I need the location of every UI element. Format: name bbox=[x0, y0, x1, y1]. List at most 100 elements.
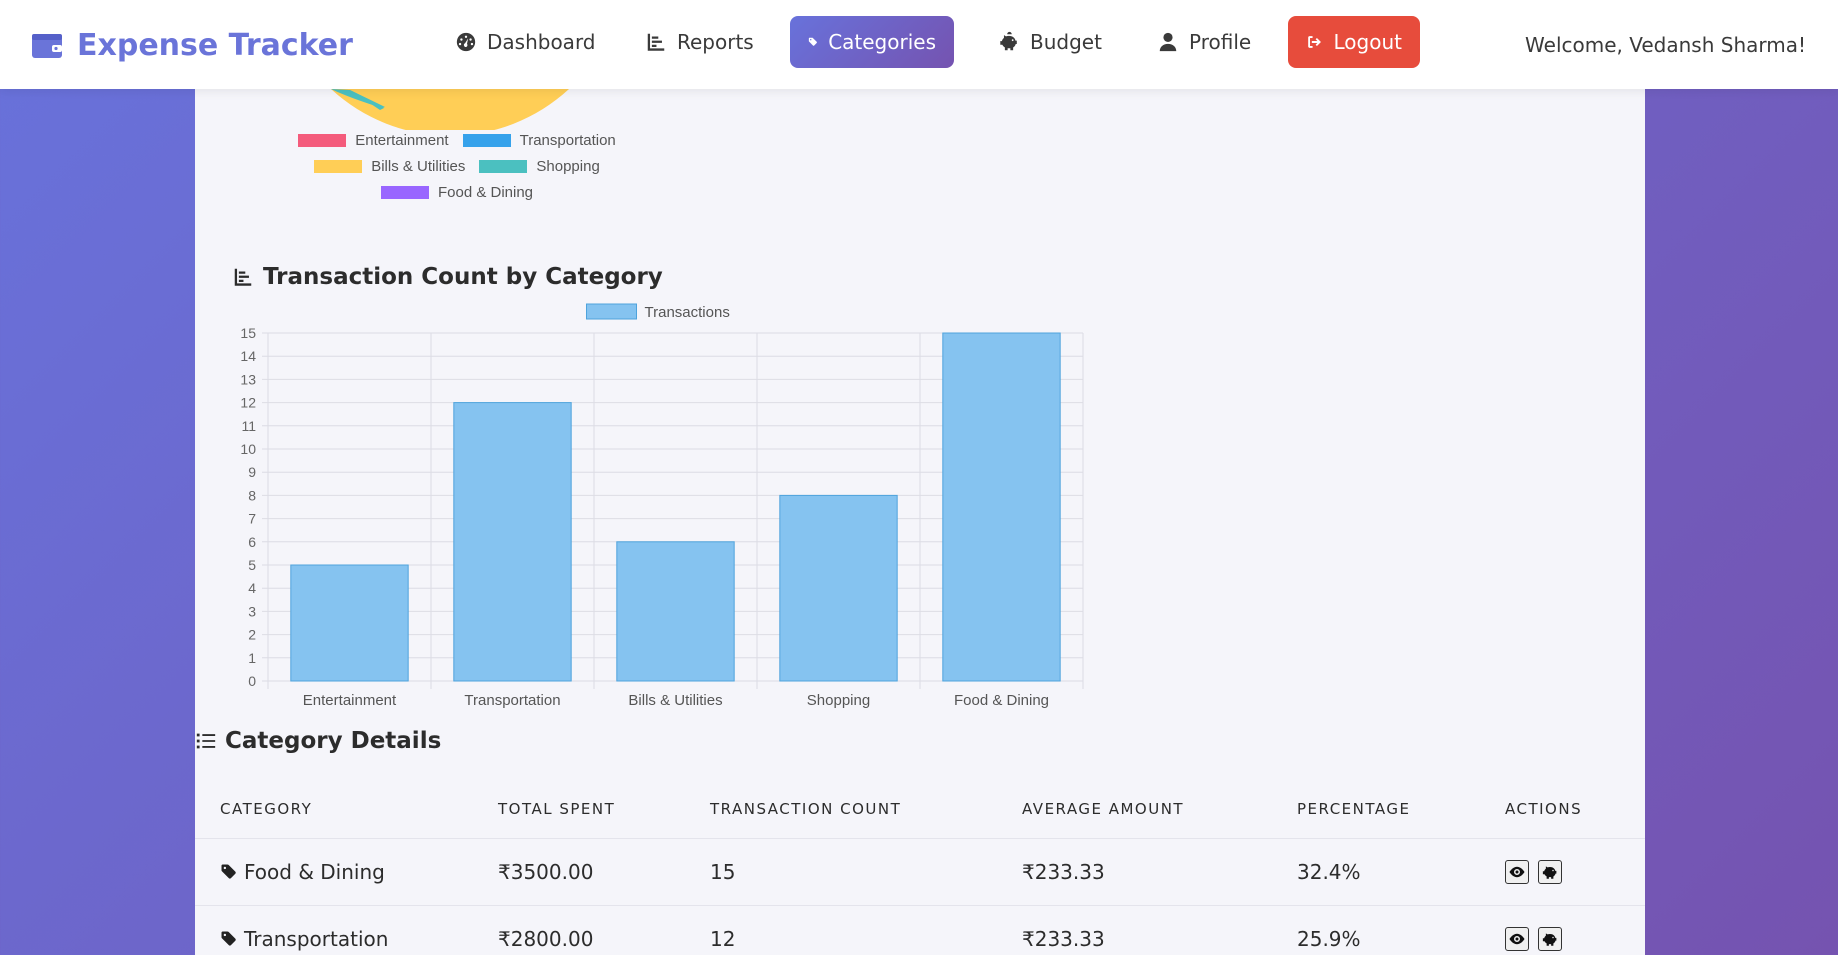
user-icon bbox=[1159, 32, 1177, 52]
view-button[interactable] bbox=[1505, 860, 1529, 885]
actions-cell bbox=[1480, 905, 1645, 955]
chart-bar-icon bbox=[234, 268, 252, 286]
bar-3 bbox=[779, 494, 898, 682]
legend-swatch bbox=[314, 160, 363, 173]
nav-categories[interactable]: Categories bbox=[790, 16, 954, 68]
y-tick-label: 2 bbox=[248, 627, 256, 643]
view-button[interactable] bbox=[1505, 927, 1529, 952]
chart-title-text: Transaction Count by Category bbox=[263, 264, 663, 290]
column-header[interactable]: TOTAL SPENT bbox=[473, 780, 685, 839]
legend-item-food[interactable]: Food & Dining bbox=[380, 184, 534, 201]
tag-icon bbox=[221, 931, 236, 946]
nav-reports-label: Reports bbox=[677, 30, 754, 54]
y-tick-label: 3 bbox=[248, 603, 256, 619]
legend-label: Food & Dining bbox=[437, 184, 534, 201]
pie-legend-row: Entertainment Transportation bbox=[287, 132, 627, 149]
column-header[interactable]: CATEGORY bbox=[195, 780, 473, 839]
average-amount-cell: ₹233.33 bbox=[997, 905, 1272, 955]
category-name: Transportation bbox=[244, 926, 389, 951]
x-tick-label: Food & Dining bbox=[954, 692, 1049, 709]
x-tick-label: Transportation bbox=[464, 692, 560, 709]
legend-label: Shopping bbox=[536, 158, 600, 175]
legend-swatch bbox=[380, 186, 429, 199]
column-header[interactable]: PERCENTAGE bbox=[1272, 780, 1480, 839]
piggy-bank-icon bbox=[1543, 866, 1557, 879]
brand-title: Expense Tracker bbox=[77, 27, 353, 63]
y-tick-label: 15 bbox=[240, 325, 256, 341]
nav-dashboard-label: Dashboard bbox=[487, 30, 596, 54]
pie-legend-row: Bills & Utilities Shopping bbox=[287, 158, 627, 175]
table-row: Food & Dining ₹3500.00 15 ₹233.33 32.4% bbox=[195, 838, 1645, 906]
total-spent-cell: ₹3500.00 bbox=[473, 838, 685, 906]
piggy-bank-icon bbox=[1543, 933, 1557, 946]
category-details-table: CATEGORY TOTAL SPENT TRANSACTION COUNT A… bbox=[195, 780, 1645, 955]
budget-button[interactable] bbox=[1538, 927, 1563, 952]
nav-profile[interactable]: Profile bbox=[1139, 16, 1269, 68]
details-title: Category Details bbox=[195, 728, 441, 754]
legend-item-entertainment[interactable]: Entertainment bbox=[298, 132, 449, 149]
y-tick-label: 13 bbox=[240, 371, 256, 387]
legend-item-transportation[interactable]: Transportation bbox=[462, 132, 616, 149]
average-amount-cell: ₹233.33 bbox=[997, 838, 1272, 906]
legend-label: Entertainment bbox=[355, 132, 449, 149]
eye-icon bbox=[1509, 934, 1525, 945]
bar-0 bbox=[290, 564, 409, 682]
logout-label: Logout bbox=[1333, 30, 1402, 54]
column-header[interactable]: TRANSACTION COUNT bbox=[685, 780, 997, 839]
dashboard-icon bbox=[456, 32, 476, 52]
legend-swatch bbox=[462, 134, 511, 147]
total-spent-cell: ₹2800.00 bbox=[473, 905, 685, 955]
tags-icon bbox=[808, 37, 817, 46]
transaction-count-cell: 12 bbox=[685, 905, 997, 955]
nav-budget-label: Budget bbox=[1030, 30, 1102, 54]
y-tick-label: 0 bbox=[248, 673, 256, 689]
y-tick-label: 10 bbox=[240, 441, 256, 457]
legend-label: Transactions bbox=[645, 304, 730, 321]
brand-link[interactable]: Expense Tracker bbox=[31, 27, 353, 63]
legend-swatch bbox=[586, 303, 637, 320]
piggy-bank-icon bbox=[1000, 31, 1017, 51]
column-header[interactable]: AVERAGE AMOUNT bbox=[997, 780, 1272, 839]
y-tick-label: 14 bbox=[240, 348, 256, 364]
transaction-count-cell: 15 bbox=[685, 838, 997, 906]
legend-item-shopping[interactable]: Shopping bbox=[479, 158, 600, 175]
y-tick-label: 4 bbox=[248, 580, 256, 596]
actions-cell bbox=[1480, 838, 1645, 906]
table-header-row: CATEGORY TOTAL SPENT TRANSACTION COUNT A… bbox=[195, 780, 1645, 839]
nav-categories-label: Categories bbox=[828, 30, 936, 54]
chart-title: Transaction Count by Category bbox=[232, 264, 663, 290]
y-tick-label: 6 bbox=[248, 534, 256, 550]
nav-dashboard[interactable]: Dashboard bbox=[437, 16, 614, 68]
legend-item-bills[interactable]: Bills & Utilities bbox=[314, 158, 465, 175]
nav-reports[interactable]: Reports bbox=[627, 16, 772, 68]
x-tick-label: Entertainment bbox=[303, 692, 397, 709]
percentage-cell: 32.4% bbox=[1272, 838, 1480, 906]
column-header: ACTIONS bbox=[1480, 780, 1645, 839]
legend-swatch bbox=[479, 160, 528, 173]
y-tick-label: 7 bbox=[248, 511, 256, 527]
bar-2 bbox=[616, 541, 735, 682]
logout-button[interactable]: Logout bbox=[1288, 16, 1420, 68]
tag-icon bbox=[221, 864, 236, 879]
table-row: Transportation ₹2800.00 12 ₹233.33 25.9% bbox=[195, 905, 1645, 955]
list-icon bbox=[196, 733, 216, 749]
nav-budget[interactable]: Budget bbox=[980, 16, 1120, 68]
sign-out-icon bbox=[1308, 36, 1321, 48]
chart-bar-icon bbox=[647, 33, 665, 51]
category-cell: Food & Dining bbox=[195, 838, 473, 906]
legend-label: Transportation bbox=[519, 132, 616, 149]
pie-legend-row: Food & Dining bbox=[287, 184, 627, 201]
category-name: Food & Dining bbox=[244, 859, 385, 884]
bar-chart: 0123456789101112131415Entertainment Trans… bbox=[240, 303, 1084, 709]
legend-swatch bbox=[298, 134, 347, 147]
eye-icon bbox=[1509, 867, 1525, 878]
percentage-cell: 25.9% bbox=[1272, 905, 1480, 955]
nav-profile-label: Profile bbox=[1189, 30, 1252, 54]
y-tick-label: 9 bbox=[248, 464, 256, 480]
y-tick-label: 5 bbox=[248, 557, 256, 573]
y-tick-label: 12 bbox=[240, 395, 256, 411]
navbar: Expense Tracker Dashboard Reports Catego… bbox=[0, 0, 1838, 89]
y-tick-label: 8 bbox=[248, 487, 256, 503]
y-tick-label: 11 bbox=[241, 418, 256, 434]
budget-button[interactable] bbox=[1538, 860, 1563, 885]
